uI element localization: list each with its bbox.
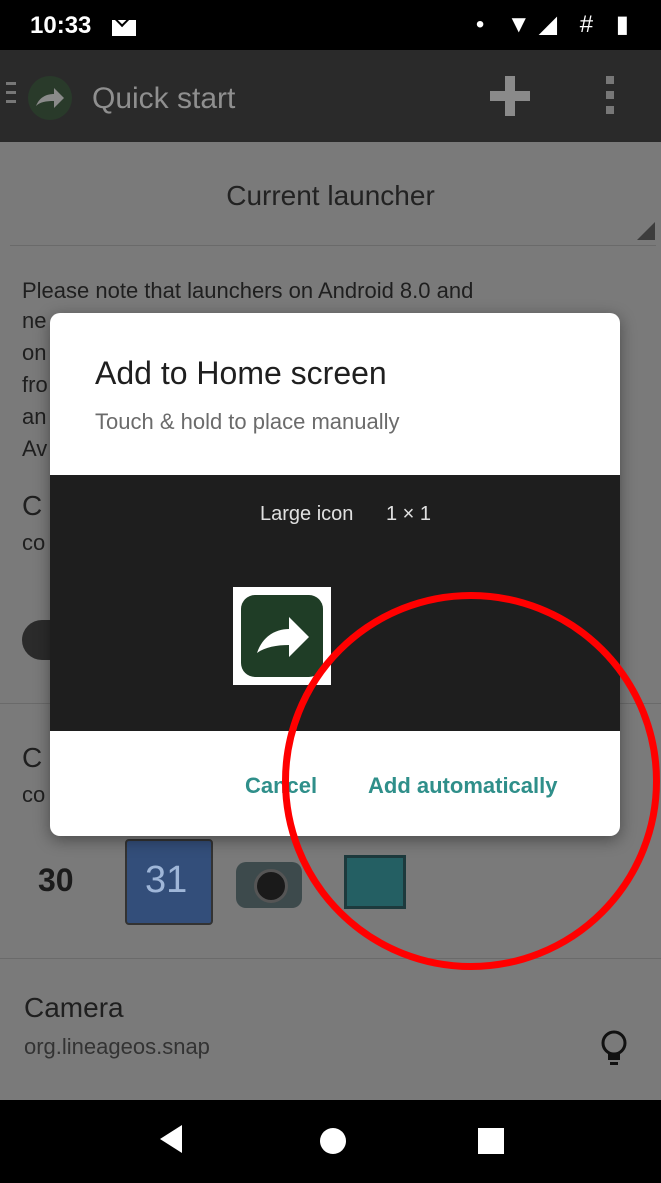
camera-package: org.lineageos.snap: [24, 1034, 210, 1059]
note-fragment: an: [22, 404, 47, 429]
app-title: Quick start: [92, 82, 236, 115]
note-fragment: Av: [22, 436, 48, 461]
list-item-title: C: [22, 742, 43, 773]
status-bar: 10:33 • ▼◢ # ▮: [0, 0, 661, 50]
preview-label: Large icon: [260, 503, 354, 525]
overflow-menu-icon[interactable]: [606, 76, 616, 122]
preview-size: 1 × 1: [386, 503, 432, 525]
dropdown-corner-icon: [637, 222, 655, 240]
home-icon[interactable]: [320, 1128, 346, 1154]
status-icons: • ▼◢ # ▮: [475, 11, 637, 38]
share-arrow-icon: [36, 88, 64, 108]
back-icon[interactable]: [160, 1125, 182, 1153]
note-text: Please note that launchers on Android 8.…: [22, 278, 474, 303]
annotation-circle: [282, 592, 660, 970]
divider: [0, 958, 661, 959]
calendar-icon[interactable]: 31: [125, 839, 213, 925]
camera-app-icon[interactable]: [236, 862, 302, 908]
current-launcher-label[interactable]: Current launcher: [0, 180, 661, 212]
note-fragment: ne: [22, 308, 47, 333]
dialog-subtitle: Touch & hold to place manually: [95, 409, 400, 434]
list-item-package: co: [22, 782, 46, 807]
calendar-number: 31: [145, 859, 188, 901]
recents-icon[interactable]: [478, 1128, 504, 1154]
app-logo-icon: [28, 76, 72, 120]
mail-icon: [112, 20, 136, 36]
status-time: 10:33: [30, 12, 92, 39]
note-fragment: fro: [22, 372, 48, 397]
list-item-package: co: [22, 530, 46, 555]
dialog-title: Add to Home screen: [95, 355, 387, 391]
add-icon[interactable]: [490, 76, 530, 116]
divider: [10, 245, 656, 246]
camera-title[interactable]: Camera: [24, 992, 124, 1024]
list-item-title: C: [22, 490, 43, 521]
clock-icon[interactable]: 30: [38, 862, 74, 899]
note-fragment: on: [22, 340, 47, 365]
lightbulb-icon[interactable]: [600, 1030, 628, 1070]
share-arrow-icon: [257, 617, 309, 657]
menu-icon[interactable]: [6, 82, 16, 104]
